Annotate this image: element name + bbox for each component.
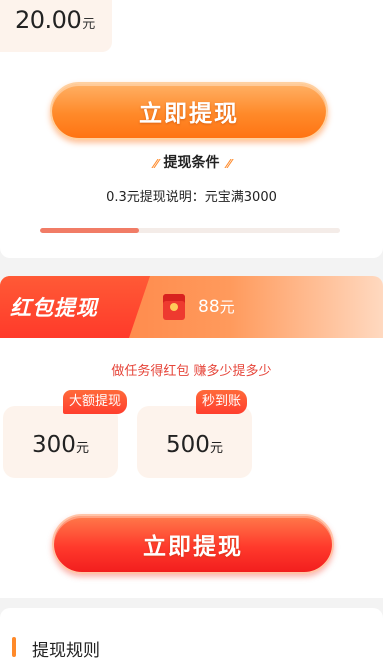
option-amount: 500: [166, 432, 210, 458]
instant-arrival-badge: 秒到账: [196, 390, 248, 414]
withdraw-now-label: 立即提现: [139, 101, 239, 127]
red-packet-balance-unit: 元: [219, 298, 235, 316]
amount-text: 20.00元: [15, 6, 95, 34]
red-packet-withdraw-label: 立即提现: [143, 534, 243, 560]
red-packet-balance-value: 88: [198, 297, 220, 317]
red-packet-header: 红包提现 88元: [0, 276, 383, 338]
option-unit: 元: [209, 441, 223, 456]
progress-bar: [40, 228, 340, 233]
red-packet-title: 红包提现: [10, 296, 98, 320]
rules-title: 提现规则: [32, 641, 100, 661]
amount-value: 20.00: [15, 6, 82, 34]
withdraw-card: 20.00元 立即提现 //提现条件// 0.3元提现说明：元宝满3000: [0, 0, 383, 258]
amount-unit: 元: [82, 17, 95, 32]
rules-section: 提现规则: [0, 608, 383, 663]
condition-description: 0.3元提现说明：元宝满3000: [106, 190, 277, 205]
condition-heading: //提现条件//: [0, 152, 383, 172]
red-packet-card: 红包提现 88元 做任务得红包 赚多少提多少 300元 大额提现 500元 秒到…: [0, 276, 383, 598]
condition-deco-left-icon: //: [151, 157, 160, 170]
amount-option-tile[interactable]: 20.00元: [0, 0, 112, 52]
red-packet-withdraw-button[interactable]: 立即提现: [52, 514, 334, 574]
amount-option-500[interactable]: 500元: [137, 406, 252, 478]
rules-accent-bar: [12, 637, 16, 657]
option-unit: 元: [75, 441, 89, 456]
option-value: 500元: [137, 432, 252, 458]
option-amount: 300: [32, 432, 76, 458]
condition-title: 提现条件: [163, 155, 220, 171]
progress-fill: [40, 228, 139, 233]
amount-option-300[interactable]: 300元: [3, 406, 118, 478]
condition-deco-right-icon: //: [223, 157, 232, 170]
withdraw-now-button[interactable]: 立即提现: [50, 82, 328, 140]
red-envelope-icon: [163, 294, 185, 320]
red-packet-slogan: 做任务得红包 赚多少提多少: [111, 364, 272, 379]
option-value: 300元: [3, 432, 118, 458]
red-packet-balance: 88元: [198, 296, 235, 317]
large-withdraw-badge: 大额提现: [63, 390, 128, 414]
